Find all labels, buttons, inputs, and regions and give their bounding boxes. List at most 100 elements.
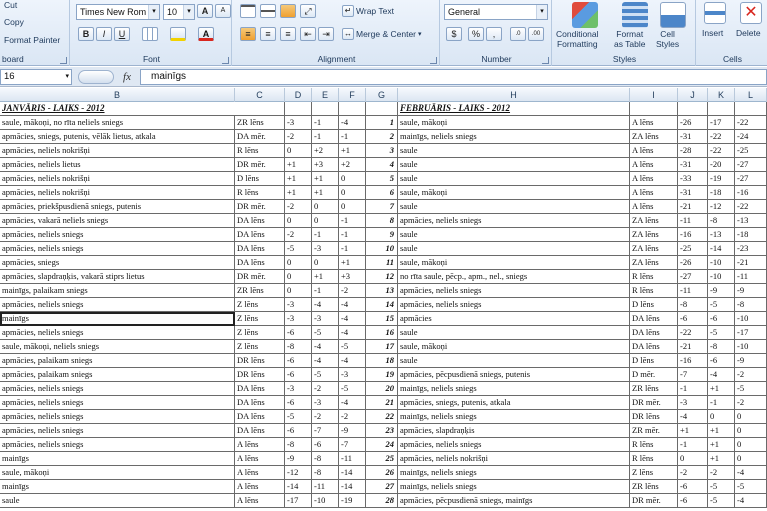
cell-j[interactable]: -11 — [678, 214, 708, 228]
cell-k[interactable]: -22 — [708, 130, 735, 144]
cell-i[interactable]: DA lēns — [630, 326, 678, 340]
cell-h[interactable]: apmācies, neliels sniegs — [398, 438, 630, 452]
currency-button[interactable]: $ — [446, 27, 462, 41]
cell-e[interactable]: -1 — [312, 284, 339, 298]
cell-g[interactable]: 3 — [366, 144, 398, 158]
cell-h[interactable]: apmācies — [398, 312, 630, 326]
empty-cell[interactable] — [366, 102, 398, 116]
cell-e[interactable]: +2 — [312, 144, 339, 158]
cell-k[interactable]: -10 — [708, 256, 735, 270]
underline-button[interactable]: U — [114, 27, 130, 41]
cell-j[interactable]: -31 — [678, 158, 708, 172]
cell-b[interactable]: saule, mākoņi, neliels sniegs — [0, 340, 235, 354]
cell-h[interactable]: apmācies, neliels sniegs — [398, 298, 630, 312]
wrap-text-button[interactable]: ↵ Wrap Text — [342, 5, 394, 17]
cell-l[interactable]: -27 — [735, 158, 767, 172]
cell-d[interactable]: +1 — [285, 158, 312, 172]
cell-e[interactable]: -10 — [312, 494, 339, 508]
cell-c[interactable]: DR mēr. — [235, 200, 285, 214]
cell-j[interactable]: -16 — [678, 228, 708, 242]
top-align-icon[interactable] — [240, 4, 256, 18]
cell-k[interactable]: -5 — [708, 298, 735, 312]
cell-b[interactable]: apmācies, vakarā neliels sniegs — [0, 214, 235, 228]
cell-j[interactable]: -6 — [678, 312, 708, 326]
cell-c[interactable]: Z lēns — [235, 312, 285, 326]
cell-i[interactable]: DR mēr. — [630, 494, 678, 508]
column-header-H[interactable]: H — [398, 88, 630, 102]
cell-g[interactable]: 21 — [366, 396, 398, 410]
cell-l[interactable]: -21 — [735, 256, 767, 270]
cell-j[interactable]: -31 — [678, 130, 708, 144]
cell-b[interactable]: saule, mākoņi, no rīta neliels sniegs — [0, 116, 235, 130]
cell-h[interactable]: saule — [398, 158, 630, 172]
cell-c[interactable]: Z lēns — [235, 326, 285, 340]
cell-e[interactable]: -4 — [312, 354, 339, 368]
cell-g[interactable]: 11 — [366, 256, 398, 270]
fill-color-icon[interactable] — [170, 27, 186, 41]
cell-i[interactable]: ZA lēns — [630, 242, 678, 256]
cell-i[interactable]: R lēns — [630, 284, 678, 298]
cell-i[interactable]: A lēns — [630, 144, 678, 158]
cell-j[interactable]: +1 — [678, 424, 708, 438]
cell-c[interactable]: DA mēr. — [235, 130, 285, 144]
cell-j[interactable]: -8 — [678, 298, 708, 312]
cell-f[interactable]: 0 — [339, 186, 366, 200]
cell-d[interactable]: -3 — [285, 298, 312, 312]
cell-i[interactable]: ZA lēns — [630, 214, 678, 228]
cell-g[interactable]: 5 — [366, 172, 398, 186]
cell-h[interactable]: apmācies, slapdraņķis — [398, 424, 630, 438]
cell-k[interactable]: -14 — [708, 242, 735, 256]
cell-b[interactable]: mainīgs, palaikam sniegs — [0, 284, 235, 298]
comma-button[interactable]: , — [486, 27, 502, 41]
cell-g[interactable]: 19 — [366, 368, 398, 382]
format-painter-button[interactable]: Format Painter — [4, 35, 60, 45]
cell-e[interactable]: -2 — [312, 382, 339, 396]
cell-d[interactable]: +1 — [285, 186, 312, 200]
alignment-launcher-icon[interactable] — [430, 57, 437, 64]
cell-b[interactable]: apmācies, neliels nokrišņi — [0, 144, 235, 158]
cell-l[interactable]: -5 — [735, 382, 767, 396]
cell-e[interactable]: -4 — [312, 298, 339, 312]
name-box[interactable]: 16 ▾ — [0, 69, 72, 85]
cell-k[interactable]: +1 — [708, 382, 735, 396]
cell-g[interactable]: 24 — [366, 438, 398, 452]
format-as-table-button[interactable]: Format as Table — [614, 29, 646, 49]
cell-c[interactable]: DA lēns — [235, 410, 285, 424]
cell-b[interactable]: apmācies, sniegs — [0, 256, 235, 270]
cell-l[interactable]: -2 — [735, 368, 767, 382]
cell-c[interactable]: Z lēns — [235, 340, 285, 354]
cell-d[interactable]: 0 — [285, 144, 312, 158]
cell-l[interactable]: -18 — [735, 228, 767, 242]
cell-c[interactable]: DA lēns — [235, 424, 285, 438]
cell-f[interactable]: -4 — [339, 116, 366, 130]
middle-align-icon[interactable] — [260, 4, 276, 18]
cell-f[interactable]: -5 — [339, 382, 366, 396]
cell-g[interactable]: 7 — [366, 200, 398, 214]
cell-d[interactable]: -3 — [285, 382, 312, 396]
cell-e[interactable]: -5 — [312, 326, 339, 340]
cell-k[interactable]: -8 — [708, 214, 735, 228]
cell-h[interactable]: apmācies, neliels sniegs — [398, 284, 630, 298]
cell-f[interactable]: -4 — [339, 326, 366, 340]
conditional-formatting-button[interactable]: Conditional Formatting — [556, 29, 599, 49]
cell-b[interactable]: apmācies, neliels sniegs — [0, 298, 235, 312]
bold-button[interactable]: B — [78, 27, 94, 41]
cell-k[interactable]: +1 — [708, 452, 735, 466]
cell-k[interactable]: +1 — [708, 438, 735, 452]
cell-e[interactable]: 0 — [312, 200, 339, 214]
cell-i[interactable]: R lēns — [630, 270, 678, 284]
cell-c[interactable]: R lēns — [235, 186, 285, 200]
cell-l[interactable]: -5 — [735, 480, 767, 494]
cell-h[interactable]: mainīgs, neliels sniegs — [398, 466, 630, 480]
merge-center-button[interactable]: ↔ Merge & Center ▾ — [342, 28, 422, 40]
empty-cell[interactable] — [285, 102, 312, 116]
february-title[interactable]: FEBRUĀRIS - LAIKS - 2012 — [398, 102, 630, 116]
cell-h[interactable]: saule — [398, 242, 630, 256]
cell-j[interactable]: -27 — [678, 270, 708, 284]
cell-i[interactable]: Z lēns — [630, 466, 678, 480]
cell-k[interactable]: 0 — [708, 410, 735, 424]
cell-h[interactable]: saule, mākoņi — [398, 116, 630, 130]
column-header-L[interactable]: L — [735, 88, 767, 102]
font-name-select[interactable]: Times New Rom ▾ — [76, 4, 160, 20]
cell-d[interactable]: -2 — [285, 130, 312, 144]
